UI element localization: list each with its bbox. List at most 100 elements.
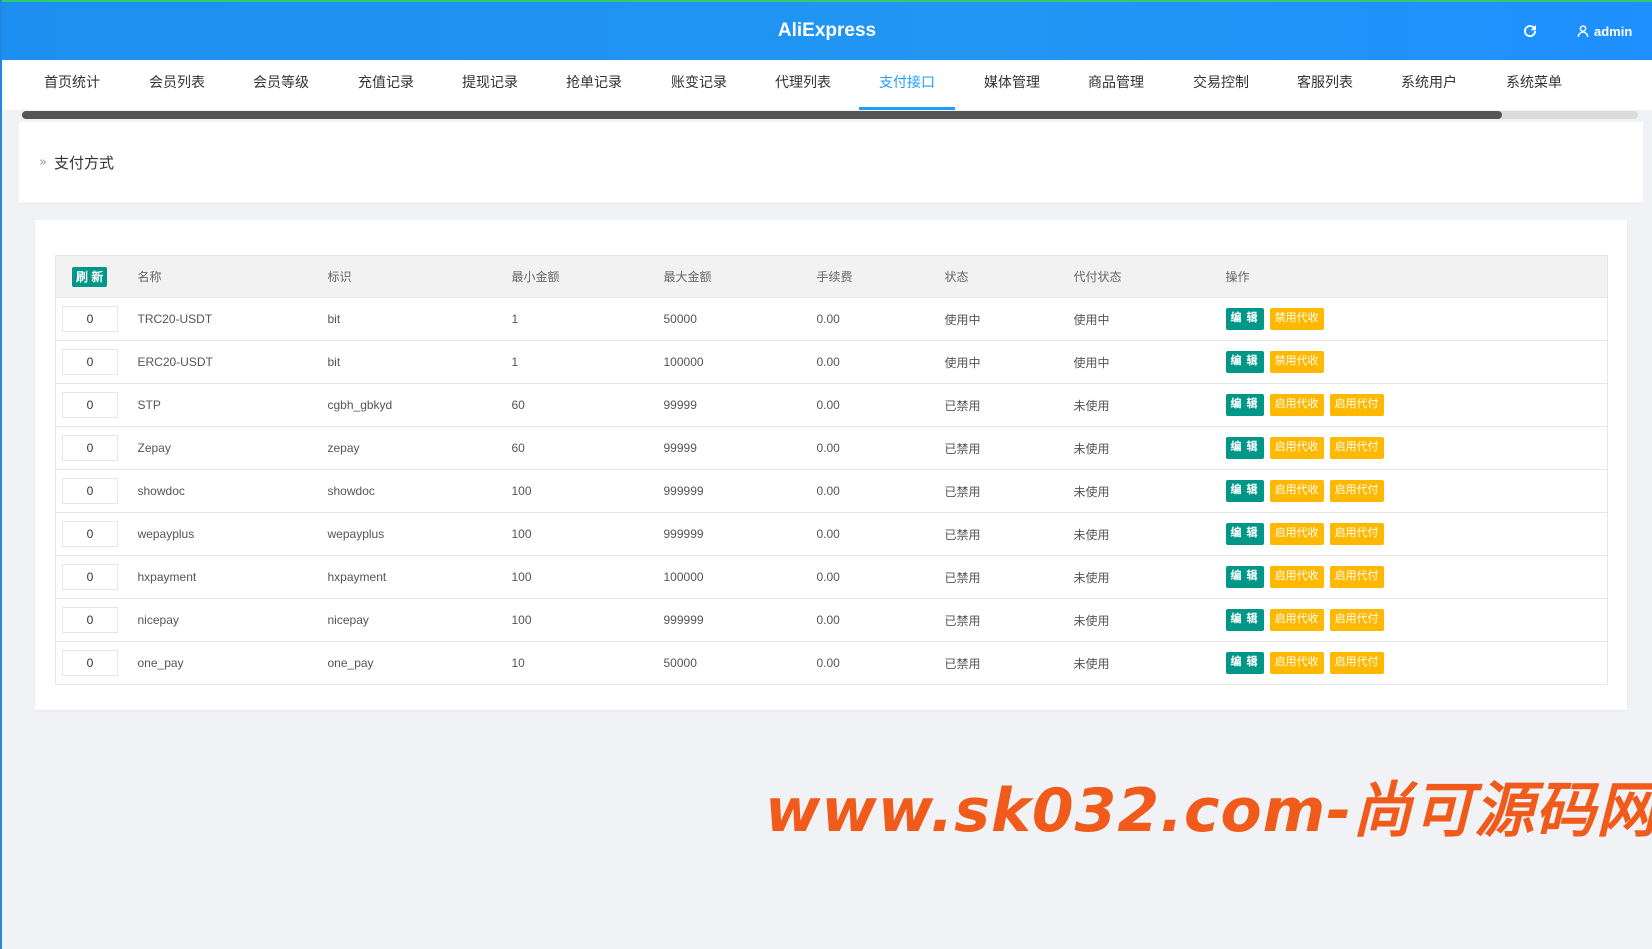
- disable-collect-button[interactable]: 禁用代收: [1269, 351, 1324, 373]
- enable-collect-button[interactable]: 启用代收: [1269, 566, 1324, 588]
- col-min: 最小金额: [511, 255, 664, 298]
- sort-input[interactable]: [62, 349, 118, 375]
- nav-tab-8[interactable]: 支付接口: [859, 60, 955, 110]
- nav-tab-4[interactable]: 提现记录: [442, 60, 538, 110]
- nav-tab-12[interactable]: 客服列表: [1277, 60, 1373, 110]
- enable-collect-button[interactable]: 启用代收: [1269, 394, 1324, 416]
- sort-cell: [55, 512, 138, 556]
- sort-input[interactable]: [62, 607, 118, 633]
- enable-collect-button[interactable]: 启用代收: [1269, 437, 1324, 459]
- cell-fee: 0.00: [816, 555, 945, 599]
- cell-pay-status: 未使用: [1073, 555, 1226, 599]
- edit-button[interactable]: 编 辑: [1225, 480, 1264, 502]
- cell-pay-status: 未使用: [1073, 469, 1226, 513]
- refresh-icon[interactable]: [1521, 22, 1539, 40]
- cell-min: 60: [511, 383, 664, 427]
- enable-payout-button[interactable]: 启用代付: [1329, 523, 1384, 545]
- cell-pay-status: 使用中: [1073, 340, 1226, 384]
- nav-tab-5[interactable]: 抢单记录: [546, 60, 642, 110]
- cell-fee: 0.00: [816, 297, 945, 341]
- cell-min: 100: [511, 555, 664, 599]
- cell-status: 已禁用: [944, 512, 1074, 556]
- nav-tab-6[interactable]: 账变记录: [651, 60, 747, 110]
- enable-collect-button[interactable]: 启用代收: [1269, 480, 1324, 502]
- col-max: 最大金额: [663, 255, 817, 298]
- col-name: 名称: [137, 255, 328, 298]
- col-pay-status: 代付状态: [1073, 255, 1226, 298]
- sort-input[interactable]: [62, 392, 118, 418]
- table-row: TRC20-USDTbit1500000.00使用中使用中编 辑禁用代收: [55, 297, 1608, 341]
- top-header: AliExpress admin: [2, 0, 1652, 60]
- refresh-button[interactable]: 刷 新: [72, 266, 108, 287]
- nav-tab-7[interactable]: 代理列表: [755, 60, 851, 110]
- enable-payout-button[interactable]: 启用代付: [1329, 394, 1384, 416]
- watermark: www.sk032.com-尚可源码网: [765, 776, 1652, 846]
- sort-cell: [55, 469, 138, 513]
- disable-collect-button[interactable]: 禁用代收: [1269, 308, 1324, 330]
- cell-pay-status: 未使用: [1073, 426, 1226, 470]
- enable-payout-button[interactable]: 启用代付: [1329, 609, 1384, 631]
- cell-code: cgbh_gbkyd: [327, 383, 512, 427]
- cell-min: 100: [511, 512, 664, 556]
- sort-input[interactable]: [62, 521, 118, 547]
- cell-name: showdoc: [137, 469, 328, 513]
- edit-button[interactable]: 编 辑: [1225, 351, 1264, 373]
- nav-tab-2[interactable]: 会员等级: [233, 60, 329, 110]
- cell-code: bit: [327, 340, 512, 384]
- enable-payout-button[interactable]: 启用代付: [1329, 566, 1384, 588]
- nav-tab-0[interactable]: 首页统计: [24, 60, 120, 110]
- nav-tab-14[interactable]: 系统菜单: [1486, 60, 1582, 110]
- enable-collect-button[interactable]: 启用代收: [1269, 609, 1324, 631]
- enable-payout-button[interactable]: 启用代付: [1329, 437, 1384, 459]
- user-menu[interactable]: admin: [1576, 20, 1632, 42]
- cell-min: 100: [511, 469, 664, 513]
- nav-tab-13[interactable]: 系统用户: [1381, 60, 1477, 110]
- sort-input[interactable]: [62, 564, 118, 590]
- page-title: 支付方式: [54, 154, 115, 172]
- cell-actions: 编 辑禁用代收: [1225, 340, 1608, 384]
- enable-payout-button[interactable]: 启用代付: [1329, 480, 1384, 502]
- cell-code: zepay: [327, 426, 512, 470]
- nav-tab-11[interactable]: 交易控制: [1173, 60, 1269, 110]
- cell-fee: 0.00: [816, 340, 945, 384]
- user-name: admin: [1594, 23, 1633, 39]
- sort-cell: [55, 598, 138, 642]
- nav-tab-10[interactable]: 商品管理: [1068, 60, 1164, 110]
- cell-actions: 编 辑禁用代收: [1225, 297, 1608, 341]
- nav-scrollbar-thumb[interactable]: [22, 111, 1502, 119]
- nav-scrollbar[interactable]: [22, 111, 1638, 119]
- sort-input[interactable]: [62, 306, 118, 332]
- nav-tab-1[interactable]: 会员列表: [129, 60, 225, 110]
- edit-button[interactable]: 编 辑: [1225, 566, 1264, 588]
- enable-collect-button[interactable]: 启用代收: [1269, 652, 1324, 674]
- edit-button[interactable]: 编 辑: [1225, 652, 1264, 674]
- breadcrumb: » 支付方式: [19, 122, 1643, 204]
- nav-tab-9[interactable]: 媒体管理: [964, 60, 1060, 110]
- edit-button[interactable]: 编 辑: [1225, 523, 1264, 545]
- edit-button[interactable]: 编 辑: [1225, 308, 1264, 330]
- sort-input[interactable]: [62, 650, 118, 676]
- edit-button[interactable]: 编 辑: [1225, 437, 1264, 459]
- cell-max: 50000: [663, 641, 817, 685]
- cell-max: 100000: [663, 555, 817, 599]
- cell-pay-status: 未使用: [1073, 383, 1226, 427]
- cell-actions: 编 辑启用代收 启用代付: [1225, 555, 1608, 599]
- enable-payout-button[interactable]: 启用代付: [1329, 652, 1384, 674]
- nav-tab-3[interactable]: 充值记录: [338, 60, 434, 110]
- cell-actions: 编 辑启用代收 启用代付: [1225, 383, 1608, 427]
- enable-collect-button[interactable]: 启用代收: [1269, 523, 1324, 545]
- cell-min: 1: [511, 297, 664, 341]
- cell-max: 99999: [663, 426, 817, 470]
- cell-status: 已禁用: [944, 426, 1074, 470]
- cell-status: 已禁用: [944, 383, 1074, 427]
- sort-input[interactable]: [62, 435, 118, 461]
- cell-status: 已禁用: [944, 555, 1074, 599]
- cell-status: 使用中: [944, 297, 1074, 341]
- sort-input[interactable]: [62, 478, 118, 504]
- cell-actions: 编 辑启用代收 启用代付: [1225, 512, 1608, 556]
- edit-button[interactable]: 编 辑: [1225, 609, 1264, 631]
- cell-name: Zepay: [137, 426, 328, 470]
- cell-status: 已禁用: [944, 598, 1074, 642]
- edit-button[interactable]: 编 辑: [1225, 394, 1264, 416]
- table-header-row: 刷 新 名称 标识 最小金额 最大金额 手续费 状态 代付状态 操作: [55, 255, 1608, 298]
